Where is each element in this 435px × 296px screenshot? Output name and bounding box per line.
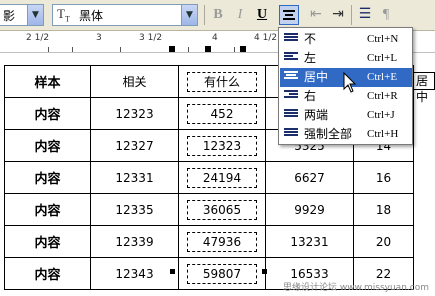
outdent-icon[interactable]: ⇤	[306, 5, 326, 25]
menu-item-label: 右	[304, 89, 317, 103]
table-cell-selected[interactable]: 12323	[178, 129, 266, 162]
underline-button[interactable]: U	[252, 5, 272, 25]
chevron-down-icon[interactable]: ▼	[181, 5, 197, 25]
menu-item-justify[interactable]: 两端 Ctrl+J	[280, 106, 412, 125]
ruler-handle[interactable]	[205, 46, 211, 52]
menu-item-shortcut: Ctrl+N	[367, 33, 399, 45]
align-justify-icon	[284, 109, 298, 121]
align-center-icon	[283, 10, 295, 20]
menu-item-force-justify[interactable]: 强制全部 Ctrl+H	[280, 125, 412, 144]
table-row: 内容 12335 36065 9929 18	[4, 193, 414, 226]
cell-text: 452	[187, 103, 257, 124]
truetype-icon: TT	[57, 6, 70, 24]
row-label[interactable]: 内容	[4, 161, 91, 194]
watermark: 思缘设计论坛 www.missyuan.com	[283, 283, 429, 293]
ruler-tick	[120, 47, 121, 52]
ruler-tick	[188, 47, 189, 52]
table-cell[interactable]: 12339	[90, 225, 179, 258]
cell-text: 36065	[187, 199, 257, 220]
bold-button[interactable]: B	[208, 5, 228, 25]
mouse-cursor-icon	[343, 72, 357, 93]
cell-text: 47936	[187, 231, 257, 252]
overflow-cell-text: 居中	[414, 72, 435, 104]
style-select-value: 影	[3, 9, 16, 23]
row-label[interactable]: 内容	[4, 129, 91, 162]
menu-item-none[interactable]: 不 Ctrl+N	[280, 30, 412, 49]
pilcrow-icon[interactable]: ¶	[376, 5, 396, 25]
table-row: 内容 12331 24194 6627 16	[4, 161, 414, 194]
cell-text: 12323	[187, 135, 257, 156]
menu-item-shortcut: Ctrl+L	[367, 52, 398, 64]
ruler-handle[interactable]	[169, 46, 175, 52]
toolbar-separator	[351, 5, 352, 25]
font-select-value: 黑体	[79, 9, 104, 23]
table-cell[interactable]: 12327	[90, 129, 179, 162]
cell-text: 24194	[187, 167, 257, 188]
table-cell[interactable]: 13231	[265, 225, 354, 258]
ruler-mark: 3 1/2	[139, 33, 163, 43]
row-label[interactable]: 内容	[4, 225, 91, 258]
table-cell[interactable]: 12331	[90, 161, 179, 194]
bullet-list-icon[interactable]: ☰	[355, 5, 375, 25]
indent-icon[interactable]: ⇥	[328, 5, 348, 25]
table-row: 内容 12339 47936 13231 20	[4, 225, 414, 258]
table-cell[interactable]: 12323	[90, 97, 179, 130]
menu-item-label: 两端	[304, 108, 329, 122]
table-cell[interactable]: 20	[353, 225, 414, 258]
row-label[interactable]: 内容	[4, 193, 91, 226]
table-cell[interactable]: 12343	[90, 257, 179, 290]
table-cell[interactable]: 6627	[265, 161, 354, 194]
chevron-down-icon[interactable]: ▼	[27, 5, 43, 25]
align-center-icon	[284, 71, 298, 83]
cell-text: 59807	[187, 263, 257, 284]
header-cell[interactable]: 样本	[4, 65, 91, 98]
align-force-justify-icon	[284, 128, 298, 140]
menu-item-shortcut: Ctrl+R	[367, 90, 398, 102]
table-cell-selected[interactable]: 59807	[178, 257, 266, 290]
font-select[interactable]: TT 黑体 ▼	[52, 4, 198, 26]
menu-item-label: 左	[304, 51, 317, 65]
ruler-tick	[234, 47, 235, 52]
menu-item-left[interactable]: 左 Ctrl+L	[280, 49, 412, 68]
table-cell[interactable]: 12335	[90, 193, 179, 226]
table-cell-selected[interactable]: 36065	[178, 193, 266, 226]
style-select[interactable]: 影 ▼	[0, 4, 44, 26]
ruler-mark: 2 1/2	[26, 33, 50, 43]
ruler-tick	[48, 47, 49, 52]
ruler-handle[interactable]	[240, 46, 246, 52]
table-cell-selected[interactable]: 47936	[178, 225, 266, 258]
menu-item-label: 居中	[304, 70, 329, 84]
menu-item-label: 强制全部	[304, 127, 353, 141]
menu-item-shortcut: Ctrl+H	[367, 128, 399, 140]
ruler-mark: 3	[96, 33, 102, 43]
table-cell[interactable]: 18	[353, 193, 414, 226]
row-label[interactable]: 内容	[4, 97, 91, 130]
align-none-icon	[284, 33, 298, 45]
menu-item-label: 不	[304, 32, 317, 46]
align-right-icon	[284, 90, 298, 102]
ruler-mark: 4	[212, 33, 218, 43]
menu-item-shortcut: Ctrl+E	[367, 71, 398, 83]
table-cell[interactable]: 9929	[265, 193, 354, 226]
header-cell-selected[interactable]: 有什么	[178, 65, 266, 98]
table-cell-selected[interactable]: 452	[178, 97, 266, 130]
selection-handle[interactable]	[262, 269, 267, 274]
menu-item-shortcut: Ctrl+J	[367, 109, 395, 121]
table-cell-selected[interactable]: 24194	[178, 161, 266, 194]
align-left-icon	[284, 52, 298, 64]
ruler-tick	[72, 47, 73, 52]
selection-handle[interactable]	[170, 269, 175, 274]
row-label[interactable]: 内容	[4, 257, 91, 290]
toolbar-separator	[204, 5, 205, 25]
header-cell-text: 有什么	[187, 71, 257, 92]
table-cell[interactable]: 16	[353, 161, 414, 194]
header-cell[interactable]: 相关	[90, 65, 179, 98]
align-button[interactable]	[279, 5, 299, 25]
ruler-mark: 4 1/2	[254, 33, 278, 43]
italic-button[interactable]: I	[230, 5, 250, 25]
